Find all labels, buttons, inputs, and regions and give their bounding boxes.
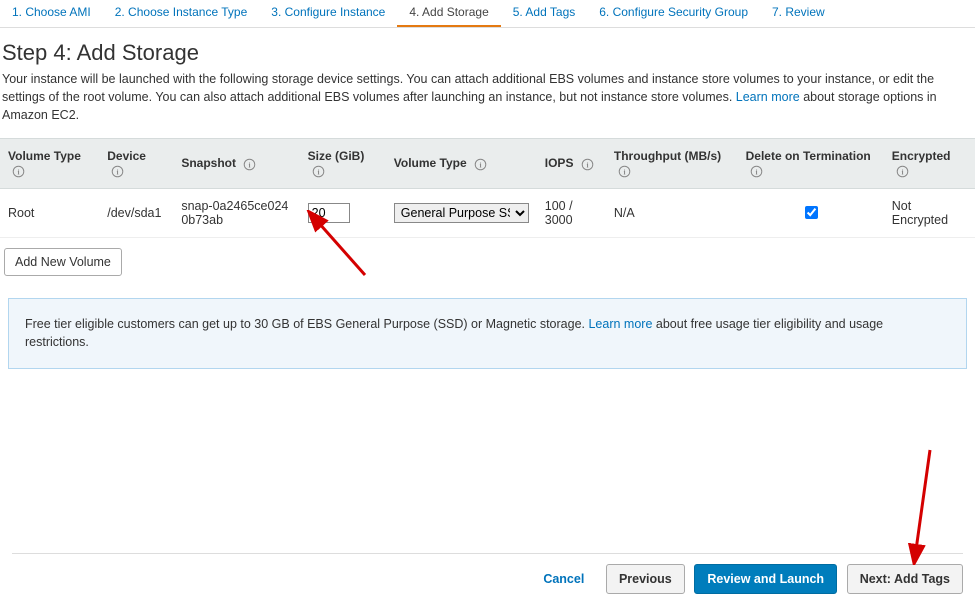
- cell-encrypted: Not Encrypted: [884, 188, 975, 237]
- svg-text:i: i: [901, 167, 903, 176]
- col-volume-type2: Volume Type i: [386, 139, 537, 188]
- table-row: Root /dev/sda1 snap-0a2465ce0240b73ab Ge…: [0, 188, 975, 237]
- add-new-volume-button[interactable]: Add New Volume: [4, 248, 122, 276]
- footer: Cancel Previous Review and Launch Next: …: [12, 553, 963, 594]
- previous-button[interactable]: Previous: [606, 564, 685, 594]
- col-throughput: Throughput (MB/s) i: [606, 139, 738, 188]
- tab-add-storage[interactable]: 4. Add Storage: [397, 0, 500, 27]
- cell-iops: 100 / 3000: [537, 188, 606, 237]
- annotation-arrow-next: [900, 445, 960, 565]
- col-iops: IOPS i: [537, 139, 606, 188]
- cell-device: /dev/sda1: [99, 188, 173, 237]
- svg-text:i: i: [755, 167, 757, 176]
- col-delete-on-termination: Delete on Termination i: [738, 139, 884, 188]
- tab-choose-instance-type[interactable]: 2. Choose Instance Type: [103, 0, 260, 27]
- col-device: Device i: [99, 139, 173, 188]
- col-snapshot: Snapshot i: [173, 139, 299, 188]
- wizard-tabs: 1. Choose AMI 2. Choose Instance Type 3.…: [0, 0, 975, 28]
- cell-snapshot: snap-0a2465ce0240b73ab: [173, 188, 299, 237]
- cell-delete-on-termination: [738, 188, 884, 237]
- svg-text:i: i: [586, 160, 588, 169]
- col-volume-type2-label: Volume Type: [394, 156, 467, 170]
- next-add-tags-button[interactable]: Next: Add Tags: [847, 564, 963, 594]
- info-icon[interactable]: i: [111, 165, 124, 178]
- col-iops-label: IOPS: [545, 156, 574, 170]
- col-delete-on-termination-label: Delete on Termination: [746, 149, 871, 163]
- cell-size: [300, 188, 386, 237]
- tab-choose-ami[interactable]: 1. Choose AMI: [0, 0, 103, 27]
- page-description: Your instance will be launched with the …: [2, 70, 969, 124]
- info-icon[interactable]: i: [243, 158, 256, 171]
- tab-configure-instance[interactable]: 3. Configure Instance: [259, 0, 397, 27]
- storage-table: Volume Type i Device i Snapshot i Size (…: [0, 138, 975, 237]
- page-title: Step 4: Add Storage: [2, 40, 975, 66]
- table-header-row: Volume Type i Device i Snapshot i Size (…: [0, 139, 975, 188]
- col-throughput-label: Throughput (MB/s): [614, 149, 721, 163]
- col-size-label: Size (GiB): [308, 149, 365, 163]
- col-encrypted-label: Encrypted: [892, 149, 951, 163]
- info-icon[interactable]: i: [581, 158, 594, 171]
- svg-text:i: i: [249, 160, 251, 169]
- notice-text-1: Free tier eligible customers can get up …: [25, 317, 588, 331]
- tab-review[interactable]: 7. Review: [760, 0, 837, 27]
- svg-text:i: i: [623, 167, 625, 176]
- col-device-label: Device: [107, 149, 146, 163]
- learn-more-link[interactable]: Learn more: [736, 90, 800, 104]
- info-icon[interactable]: i: [474, 158, 487, 171]
- col-encrypted: Encrypted i: [884, 139, 975, 188]
- cell-volume-type: Root: [0, 188, 99, 237]
- cancel-link[interactable]: Cancel: [543, 572, 584, 586]
- tab-configure-security-group[interactable]: 6. Configure Security Group: [587, 0, 760, 27]
- col-volume-type-label: Volume Type: [8, 149, 81, 163]
- volume-type-select[interactable]: General Purpose SSD (gp2): [394, 203, 529, 223]
- info-icon[interactable]: i: [750, 165, 763, 178]
- info-icon[interactable]: i: [312, 165, 325, 178]
- col-volume-type: Volume Type i: [0, 139, 99, 188]
- tab-add-tags[interactable]: 5. Add Tags: [501, 0, 588, 27]
- notice-learn-more-link[interactable]: Learn more: [588, 317, 652, 331]
- info-icon[interactable]: i: [618, 165, 631, 178]
- svg-text:i: i: [17, 167, 19, 176]
- col-size: Size (GiB) i: [300, 139, 386, 188]
- free-tier-notice: Free tier eligible customers can get up …: [8, 298, 967, 370]
- review-and-launch-button[interactable]: Review and Launch: [694, 564, 837, 594]
- cell-volume-type2: General Purpose SSD (gp2): [386, 188, 537, 237]
- info-icon[interactable]: i: [12, 165, 25, 178]
- col-snapshot-label: Snapshot: [181, 156, 236, 170]
- svg-text:i: i: [480, 160, 482, 169]
- delete-on-termination-checkbox[interactable]: [805, 206, 818, 219]
- svg-text:i: i: [317, 167, 319, 176]
- svg-text:i: i: [117, 167, 119, 176]
- info-icon[interactable]: i: [896, 165, 909, 178]
- cell-throughput: N/A: [606, 188, 738, 237]
- size-input[interactable]: [308, 203, 350, 223]
